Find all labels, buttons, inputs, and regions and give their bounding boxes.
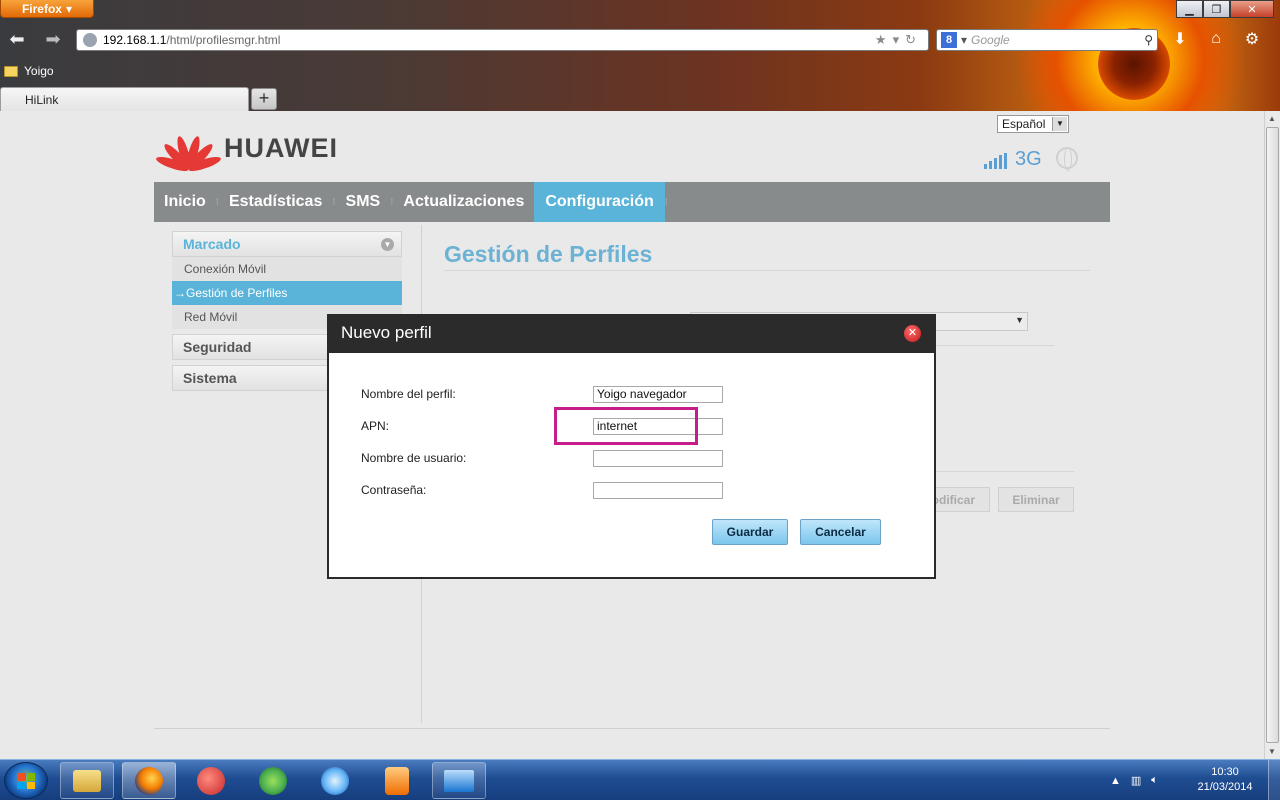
nav-inicio[interactable]: Inicio [154, 182, 216, 222]
main-navigation: Inicio ⁝ Estadísticas ⁝ SMS ⁝ Actualizac… [154, 182, 1110, 222]
huawei-logo: HUAWEI [154, 127, 338, 174]
url-path: /html/profilesmgr.html [166, 33, 281, 47]
chevron-down-icon: ▼ [1015, 315, 1024, 325]
profile-name-input[interactable] [593, 385, 723, 403]
huawei-flower-icon [154, 127, 223, 174]
bookmark-yoigo[interactable]: Yoigo [4, 64, 54, 78]
reload-icon[interactable]: ↻ [905, 32, 922, 47]
save-button[interactable]: Guardar [712, 519, 788, 545]
clock-date: 21/03/2014 [1197, 781, 1253, 793]
firefox-icon[interactable] [122, 762, 176, 799]
scroll-down-icon[interactable]: ▼ [1268, 747, 1276, 756]
internet-globe-icon [1055, 147, 1078, 171]
nav-sms[interactable]: SMS [336, 182, 391, 222]
search-icon[interactable]: ⚲ [1144, 33, 1153, 47]
taskbar-clock[interactable]: 10:30 21/03/2014 [1186, 765, 1264, 795]
huawei-web-page: Español ▼ HUAWEI 3G Inicio ⁝ Estadística… [0, 111, 1264, 759]
minimize-button[interactable]: ▁ [1176, 0, 1203, 18]
nav-configuracion[interactable]: Configuración [534, 182, 665, 222]
addon-icon[interactable]: ⚙ [1240, 28, 1264, 50]
firefox-menu-button[interactable]: Firefox ▾ [0, 0, 94, 18]
sidebar-item-gestion-perfiles[interactable]: →Gestión de Perfiles [172, 281, 402, 305]
volume-icon[interactable]: 🔈︎ [1151, 774, 1158, 787]
dialog-header: Nuevo perfil ✕ [329, 316, 934, 353]
chevron-down-icon: ▼ [381, 238, 394, 251]
username-input[interactable] [593, 449, 723, 467]
network-icon[interactable]: ▥ [1131, 774, 1141, 787]
folder-icon [4, 65, 18, 77]
scroll-up-icon[interactable]: ▲ [1268, 114, 1276, 123]
brand-name: HUAWEI [224, 132, 338, 163]
cancel-button[interactable]: Cancelar [800, 519, 881, 545]
firefox-window-chrome: Firefox ▾ ▁ ❐ ✕ ⬅ ➡ 192.168.1.1 /html/pr… [0, 0, 1280, 111]
field-row-profile-name: Nombre del perfil: [361, 384, 901, 404]
page-title: Gestión de Perfiles [444, 241, 653, 267]
chevron-down-icon: ▾ [65, 1, 73, 16]
nav-actualizaciones[interactable]: Actualizaciones [393, 182, 534, 222]
chevron-down-icon[interactable]: ▾ [893, 32, 906, 47]
system-tray: ▲ ▥ 🔈︎ [1110, 760, 1158, 800]
new-profile-dialog: Nuevo perfil ✕ Nombre del perfil: APN: N… [327, 314, 936, 579]
windows-logo-icon [17, 773, 35, 789]
network-type: 3G [1015, 148, 1042, 170]
dialog-title: Nuevo perfil [341, 323, 432, 342]
tab-hilink[interactable]: HiLink [0, 87, 249, 111]
google-engine-icon[interactable]: 8 [941, 32, 957, 48]
spotify-icon[interactable] [246, 762, 300, 799]
signal-strength-icon [984, 153, 1007, 169]
download-icon[interactable]: ⬇ [1168, 28, 1192, 50]
sidebar-section-marcado[interactable]: Marcado ▼ [172, 231, 402, 257]
language-select[interactable]: Español ▼ [997, 115, 1069, 133]
tab-label: HiLink [25, 93, 59, 107]
bookmark-label: Yoigo [24, 64, 54, 78]
apn-highlight-box [554, 407, 698, 445]
firefox-menu-label: Firefox [21, 1, 62, 16]
window-controls: ▁ ❐ ✕ [1176, 0, 1274, 18]
home-icon[interactable]: ⌂ [1204, 28, 1228, 50]
sidebar-section-label: Marcado [183, 236, 241, 252]
star-icon[interactable]: ★ [875, 32, 893, 47]
chevron-down-icon: ▾ [961, 33, 968, 47]
url-bar[interactable]: 192.168.1.1 /html/profilesmgr.html ★▾↻ [76, 29, 929, 51]
site-identity-icon[interactable] [83, 33, 97, 47]
close-icon[interactable]: ✕ [904, 325, 921, 342]
sidebar-item-conexion-movil[interactable]: Conexión Móvil [172, 257, 402, 281]
profile-name-label: Nombre del perfil: [361, 387, 456, 401]
back-arrow-icon[interactable]: ⬅ [6, 28, 28, 50]
password-input[interactable] [593, 481, 723, 499]
field-row-password: Contraseña: [361, 480, 901, 500]
forward-arrow-icon[interactable]: ➡ [42, 28, 64, 50]
apn-label: APN: [361, 419, 390, 433]
url-host: 192.168.1.1 [103, 33, 167, 47]
connection-status: 3G [984, 147, 1078, 171]
maximize-button[interactable]: ❐ [1203, 0, 1230, 18]
media-player-icon[interactable] [370, 762, 424, 799]
nav-estadisticas[interactable]: Estadísticas [219, 182, 332, 222]
itunes-icon[interactable] [308, 762, 362, 799]
file-explorer-icon[interactable] [60, 762, 114, 799]
network-control-icon[interactable] [432, 762, 486, 799]
delete-button[interactable]: Eliminar [998, 487, 1074, 512]
show-desktop-button[interactable] [1268, 760, 1280, 800]
windows-taskbar: ▲ ▥ 🔈︎ 10:30 21/03/2014 [0, 759, 1280, 800]
new-tab-button[interactable]: + [251, 88, 277, 110]
search-bar[interactable]: 8 ▾ Google ⚲ [936, 29, 1158, 51]
clock-time: 10:30 [1211, 766, 1239, 778]
close-window-button[interactable]: ✕ [1230, 0, 1274, 18]
page-scrollbar[interactable]: ▲ ▼ [1264, 111, 1280, 759]
chevron-down-icon[interactable]: ▼ [1052, 117, 1067, 131]
ccleaner-icon[interactable] [184, 762, 238, 799]
language-value: Español [1002, 117, 1046, 131]
show-hidden-icons-icon[interactable]: ▲ [1110, 775, 1121, 787]
search-placeholder: Google [971, 33, 1010, 47]
field-row-username: Nombre de usuario: [361, 448, 901, 468]
username-label: Nombre de usuario: [361, 451, 467, 465]
password-label: Contraseña: [361, 483, 427, 497]
start-button[interactable] [4, 762, 48, 799]
scrollbar-thumb[interactable] [1266, 127, 1279, 743]
